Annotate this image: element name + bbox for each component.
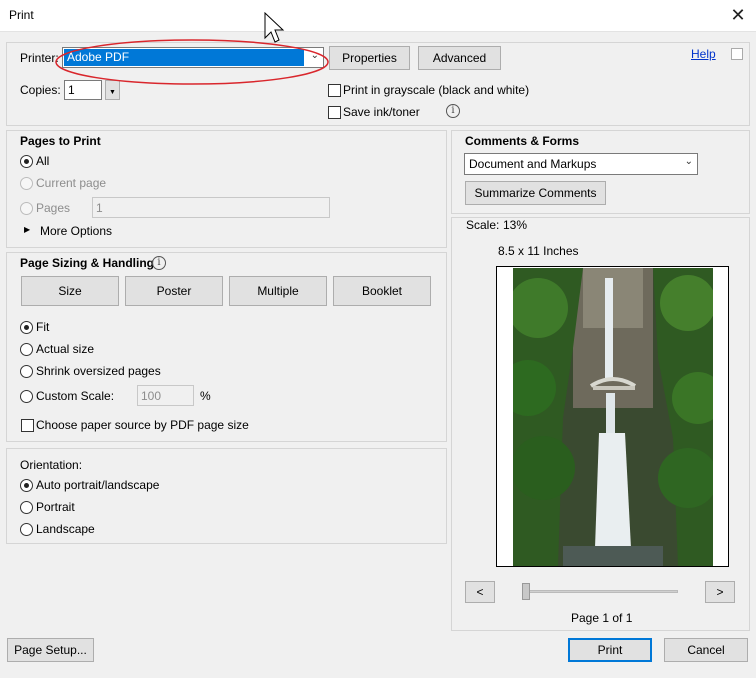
info-icon[interactable]: i	[152, 256, 166, 270]
fit-label: Fit	[36, 320, 50, 334]
more-options-label[interactable]: More Options	[40, 224, 112, 238]
close-icon[interactable]: ✕	[727, 4, 749, 26]
paper-source-label: Choose paper source by PDF page size	[36, 418, 249, 432]
all-pages-radio[interactable]	[20, 155, 33, 168]
tab-booklet[interactable]: Booklet	[333, 276, 431, 306]
properties-button[interactable]: Properties	[329, 46, 410, 70]
tab-poster[interactable]: Poster	[125, 276, 223, 306]
tab-size[interactable]: Size	[21, 276, 119, 306]
comments-selected-value: Document and Markups	[469, 157, 597, 171]
save-ink-checkbox[interactable]	[328, 106, 341, 119]
page-setup-button[interactable]: Page Setup...	[7, 638, 94, 662]
all-pages-label: All	[36, 154, 50, 168]
landscape-radio[interactable]	[20, 523, 33, 536]
comments-heading: Comments & Forms	[465, 134, 580, 148]
custom-scale-radio[interactable]	[20, 390, 33, 403]
advanced-button[interactable]: Advanced	[418, 46, 501, 70]
shrink-radio[interactable]	[20, 365, 33, 378]
chevron-down-icon: ⌄	[684, 156, 693, 167]
help-expand-icon[interactable]	[731, 48, 743, 60]
info-icon[interactable]: i	[446, 104, 460, 118]
page-slider-thumb[interactable]	[522, 583, 530, 600]
custom-scale-label: Custom Scale:	[36, 389, 115, 403]
paper-source-checkbox[interactable]	[21, 419, 34, 432]
page-slider-track[interactable]	[522, 590, 678, 593]
scale-value: 13%	[503, 218, 528, 232]
auto-orientation-radio[interactable]	[20, 479, 33, 492]
grayscale-label: Print in grayscale (black and white)	[343, 83, 530, 97]
page-indicator: Page 1 of 1	[571, 611, 633, 625]
percent-label: %	[200, 389, 211, 403]
current-page-label: Current page	[36, 176, 107, 190]
page-sizing-heading: Page Sizing & Handling	[20, 256, 155, 270]
pages-range-input[interactable]: 1	[92, 197, 330, 218]
save-ink-label: Save ink/toner	[343, 105, 420, 119]
stepper-down-icon: ▼	[109, 89, 116, 96]
paper-size-label: 8.5 x 11 Inches	[498, 244, 579, 258]
scale-label: Scale:	[466, 218, 500, 232]
title-bar	[0, 0, 756, 32]
pages-range-label: Pages	[36, 201, 71, 215]
portrait-radio[interactable]	[20, 501, 33, 514]
cancel-button[interactable]: Cancel	[664, 638, 748, 662]
help-link[interactable]: Help	[691, 47, 716, 61]
landscape-label: Landscape	[36, 522, 95, 536]
waterfall-photo	[513, 268, 713, 566]
annotation-ellipse	[55, 39, 329, 85]
mouse-cursor-icon	[264, 12, 285, 43]
pages-range-radio[interactable]	[20, 202, 33, 215]
summarize-comments-button[interactable]: Summarize Comments	[465, 181, 606, 205]
fit-radio[interactable]	[20, 321, 33, 334]
shrink-label: Shrink oversized pages	[36, 364, 161, 378]
tab-multiple[interactable]: Multiple	[229, 276, 327, 306]
print-button[interactable]: Print	[568, 638, 652, 662]
actual-size-label: Actual size	[36, 342, 95, 356]
pages-to-print-heading: Pages to Print	[20, 134, 101, 148]
prev-page-button[interactable]: <	[465, 581, 495, 603]
expand-triangle-icon[interactable]: ▶	[24, 225, 30, 234]
orientation-heading: Orientation:	[20, 458, 83, 472]
portrait-label: Portrait	[36, 500, 75, 514]
current-page-radio[interactable]	[20, 177, 33, 190]
custom-scale-input[interactable]: 100	[137, 385, 194, 406]
comments-select[interactable]: Document and Markups ⌄	[464, 153, 698, 175]
window-title: Print	[9, 8, 34, 22]
next-page-button[interactable]: >	[705, 581, 735, 603]
auto-orientation-label: Auto portrait/landscape	[36, 478, 160, 492]
actual-size-radio[interactable]	[20, 343, 33, 356]
